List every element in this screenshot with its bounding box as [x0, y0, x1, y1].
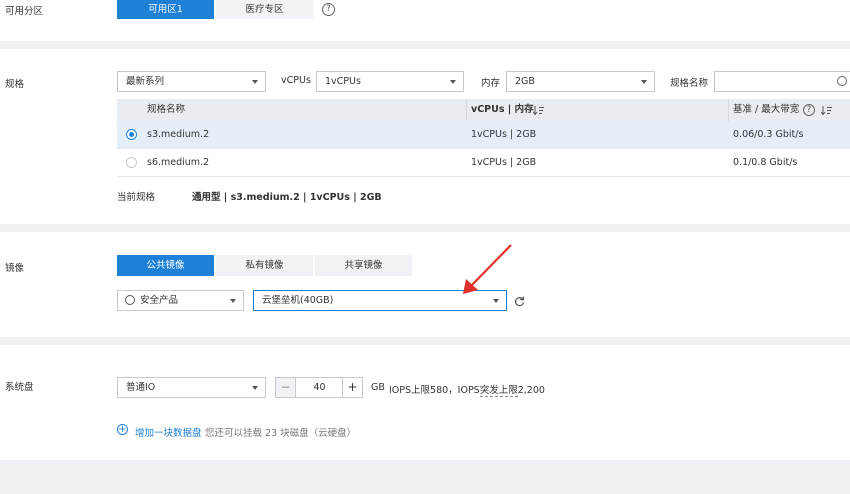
disk-type-select[interactable]: 普通IO [117, 377, 266, 398]
image-panel [0, 232, 850, 337]
mem-label: 内存 [481, 78, 501, 89]
chevron-down-icon [252, 386, 258, 390]
chevron-down-icon [230, 299, 236, 303]
spec-row-selected[interactable]: s3.medium.2 1vCPUs | 2GB 0.06/0.3 Gbit/s [117, 121, 850, 148]
spec-name-search[interactable] [714, 71, 850, 92]
iops-burst-label[interactable]: 突发上限 [479, 385, 518, 397]
mem-select-value: 2GB [515, 76, 535, 87]
col-divider [466, 99, 467, 121]
add-disk-hint: 您还可以挂载 23 块磁盘（云硬盘） [205, 428, 357, 439]
image-select-value: 云堡垒机(40GB) [262, 295, 334, 306]
shield-icon [125, 294, 135, 305]
chevron-down-icon [450, 80, 456, 84]
image-category-select[interactable]: 安全产品 [117, 290, 244, 311]
mem-select[interactable]: 2GB [506, 71, 655, 92]
image-category-value: 安全产品 [140, 295, 179, 306]
az-option-1[interactable]: 可用区1 [117, 0, 214, 19]
row-bandwidth: 0.1/0.8 Gbit/s [733, 157, 798, 168]
chevron-down-icon [252, 80, 258, 84]
minus-button[interactable]: − [276, 378, 296, 397]
iops-burst-value: 2,200 [517, 385, 545, 396]
disk-size-value[interactable]: 40 [296, 378, 343, 397]
row-cpu-mem: 1vCPUs | 2GB [471, 157, 537, 168]
row-divider [117, 176, 850, 177]
row-bandwidth: 0.06/0.3 Gbit/s [733, 129, 804, 140]
vcpu-select-value: 1vCPUs [325, 76, 361, 87]
chevron-down-icon [641, 80, 647, 84]
chevron-down-icon [493, 299, 499, 303]
tab-private-image[interactable]: 私有镜像 [216, 255, 313, 276]
az-panel: 可用分区 可用区1 医疗专区 ? [0, 0, 850, 41]
col-spec-name: 规格名称 [147, 104, 186, 115]
sort-icon[interactable] [821, 106, 832, 115]
sort-icon[interactable] [533, 106, 544, 115]
col-bandwidth: 基准 / 最大带宽 [733, 104, 800, 115]
annotation-arrow-icon [463, 244, 512, 294]
iops-info: IOPS上限580，IOPS突发上限2,200 [389, 382, 545, 397]
add-data-disk-link[interactable]: 增加一块数据盘 [135, 425, 202, 439]
search-icon[interactable] [837, 76, 847, 86]
radio-unselected[interactable] [126, 157, 137, 168]
series-select[interactable]: 最新系列 [117, 71, 266, 92]
tab-public-image[interactable]: 公共镜像 [117, 255, 214, 276]
row-spec-name: s3.medium.2 [147, 129, 210, 140]
refresh-icon[interactable] [514, 296, 525, 307]
spec-row[interactable]: s6.medium.2 1vCPUs | 2GB 0.1/0.8 Gbit/s [117, 149, 850, 176]
spec-name-label: 规格名称 [670, 78, 709, 89]
tab-shared-image[interactable]: 共享镜像 [315, 255, 412, 276]
disk-unit: GB [371, 382, 385, 393]
disk-panel [0, 345, 850, 460]
row-cpu-mem: 1vCPUs | 2GB [471, 129, 537, 140]
add-disk-icon[interactable]: + [117, 424, 128, 435]
disk-size-stepper[interactable]: − 40 + [275, 377, 363, 398]
az-option-medical[interactable]: 医疗专区 [216, 0, 313, 19]
spec-label: 规格 [5, 79, 25, 90]
radio-selected[interactable] [126, 129, 137, 140]
disk-label: 系统盘 [5, 382, 34, 393]
current-spec-label: 当前规格 [117, 192, 156, 203]
help-icon[interactable]: ? [322, 3, 335, 16]
row-spec-name: s6.medium.2 [147, 157, 210, 168]
vcpu-label: vCPUs [281, 75, 311, 86]
disk-type-value: 普通IO [126, 382, 156, 393]
help-icon[interactable]: ? [803, 104, 815, 116]
series-select-value: 最新系列 [126, 76, 165, 87]
iops-prefix: IOPS上限580，IOPS [389, 385, 480, 396]
plus-button[interactable]: + [342, 378, 362, 397]
col-cpu-mem: vCPUs | 内存 [471, 104, 534, 115]
col-divider [728, 99, 729, 121]
current-spec-value: 通用型 | s3.medium.2 | 1vCPUs | 2GB [192, 192, 382, 203]
vcpu-select[interactable]: 1vCPUs [316, 71, 464, 92]
image-label: 镜像 [5, 263, 25, 274]
az-label: 可用分区 [5, 6, 44, 17]
